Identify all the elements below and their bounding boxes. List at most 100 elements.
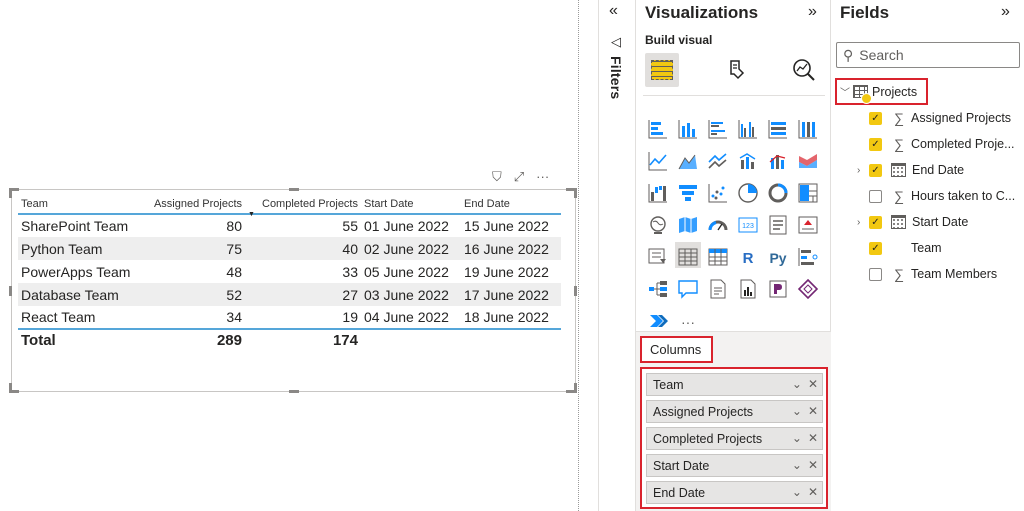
field-item-start-date[interactable]: › ✓ Start Date	[857, 211, 968, 233]
clustered-column-chart-icon[interactable]	[735, 114, 761, 140]
key-influencers-icon[interactable]	[795, 242, 821, 268]
build-visual-tab[interactable]	[645, 53, 679, 87]
field-checkbox[interactable]: ✓	[869, 163, 882, 177]
card-icon[interactable]: 123	[735, 210, 761, 236]
resize-handle[interactable]	[289, 390, 299, 393]
cell-end-date: 16 June 2022	[461, 237, 561, 260]
resize-handle[interactable]	[9, 286, 12, 296]
kpi-icon[interactable]	[795, 210, 821, 236]
stacked-column-chart-icon[interactable]	[675, 114, 701, 140]
close-icon[interactable]: ✕	[808, 404, 818, 418]
field-checkbox[interactable]: ✓	[869, 215, 882, 229]
stacked-bar-chart-icon[interactable]	[645, 114, 671, 140]
filter-icon[interactable]: ⛉	[492, 168, 502, 186]
field-item-team-members[interactable]: ∑ Team Members	[857, 263, 997, 285]
filled-map-icon[interactable]	[675, 210, 701, 236]
pie-chart-icon[interactable]	[735, 178, 761, 204]
chevron-right-icon[interactable]: ›	[857, 217, 869, 228]
field-item-hours-taken[interactable]: ∑ Hours taken to C...	[857, 185, 1015, 207]
field-well-item[interactable]: Team ⌄ ✕	[646, 373, 823, 396]
search-input[interactable]: ⚲ Search	[836, 42, 1020, 68]
chevron-right-icon[interactable]: ›	[857, 165, 869, 176]
field-checkbox[interactable]: ✓	[869, 241, 882, 255]
column-header-end-date[interactable]: End Date	[461, 194, 561, 214]
close-icon[interactable]: ✕	[808, 458, 818, 472]
ribbon-chart-icon[interactable]	[795, 146, 821, 172]
close-icon[interactable]: ✕	[808, 485, 818, 499]
chevron-down-icon[interactable]: ⌄	[792, 485, 802, 499]
field-well-item[interactable]: Assigned Projects ⌄ ✕	[646, 400, 823, 423]
field-checkbox[interactable]	[869, 267, 882, 281]
format-visual-tab[interactable]	[719, 53, 753, 87]
calendar-icon	[891, 163, 906, 177]
analytics-tab[interactable]	[787, 53, 821, 87]
multi-row-card-icon[interactable]	[765, 210, 791, 236]
100-stacked-bar-chart-icon[interactable]	[765, 114, 791, 140]
chevron-down-icon[interactable]: ⌄	[792, 458, 802, 472]
field-well-item[interactable]: Start Date ⌄ ✕	[646, 454, 823, 477]
area-chart-icon[interactable]	[675, 146, 701, 172]
field-item-end-date[interactable]: › ✓ End Date	[857, 159, 964, 181]
waterfall-chart-icon[interactable]	[645, 178, 671, 204]
gauge-icon[interactable]	[705, 210, 731, 236]
close-icon[interactable]: ✕	[808, 377, 818, 391]
line-stacked-column-icon[interactable]	[765, 146, 791, 172]
filters-label[interactable]: Filters	[608, 56, 624, 99]
field-checkbox[interactable]: ✓	[869, 111, 882, 125]
close-icon[interactable]: ✕	[808, 431, 818, 445]
table-icon[interactable]	[675, 242, 701, 268]
qa-visual-icon[interactable]	[675, 274, 701, 300]
resize-handle[interactable]	[574, 188, 577, 198]
line-chart-icon[interactable]	[645, 146, 671, 172]
paginated-report-icon[interactable]	[735, 274, 761, 300]
chevron-down-icon[interactable]: ⌄	[792, 377, 802, 391]
resize-handle[interactable]	[9, 383, 12, 393]
power-automate-icon[interactable]	[645, 306, 671, 332]
field-well-item[interactable]: Completed Projects ⌄ ✕	[646, 427, 823, 450]
treemap-icon[interactable]	[795, 178, 821, 204]
100-stacked-column-chart-icon[interactable]	[795, 114, 821, 140]
field-item-completed-projects[interactable]: ✓ ∑ Completed Proje...	[857, 133, 1015, 155]
resize-handle[interactable]	[574, 286, 577, 296]
collapse-icon[interactable]: «	[609, 2, 618, 20]
chevron-down-icon[interactable]: ﹀	[840, 84, 850, 99]
filters-pane[interactable]: « ◁ Filters	[598, 0, 635, 511]
matrix-icon[interactable]	[705, 242, 731, 268]
r-script-visual-icon[interactable]: R	[735, 242, 761, 268]
resize-handle[interactable]	[9, 188, 12, 198]
resize-handle[interactable]	[289, 188, 299, 191]
field-item-assigned-projects[interactable]: ✓ ∑ Assigned Projects	[857, 107, 1011, 129]
line-clustered-column-icon[interactable]	[735, 146, 761, 172]
stacked-area-chart-icon[interactable]	[705, 146, 731, 172]
expand-icon[interactable]: »	[808, 3, 817, 21]
more-options-icon[interactable]: ···	[536, 168, 549, 186]
map-icon[interactable]	[645, 210, 671, 236]
slicer-icon[interactable]	[645, 242, 671, 268]
column-header-team[interactable]: Team	[18, 194, 145, 214]
chevron-down-icon[interactable]: ⌄	[792, 404, 802, 418]
field-checkbox[interactable]	[869, 189, 882, 203]
field-checkbox[interactable]: ✓	[869, 137, 882, 151]
funnel-chart-icon[interactable]	[675, 178, 701, 204]
clustered-bar-chart-icon[interactable]	[705, 114, 731, 140]
columns-well[interactable]: Team ⌄ ✕ Assigned Projects ⌄ ✕ Completed P…	[640, 367, 828, 509]
more-visuals-icon[interactable]: ···	[675, 306, 701, 332]
smart-narrative-icon[interactable]	[705, 274, 731, 300]
table-node-projects[interactable]: ﹀ Projects	[835, 78, 928, 105]
focus-mode-icon[interactable]: ⤢	[514, 168, 524, 186]
donut-chart-icon[interactable]	[765, 178, 791, 204]
field-well-item[interactable]: End Date ⌄ ✕	[646, 481, 823, 504]
resize-handle[interactable]	[574, 383, 577, 393]
column-header-assigned-projects[interactable]: Assigned Projects	[145, 194, 245, 214]
expand-icon[interactable]: »	[1001, 3, 1010, 21]
scatter-chart-icon[interactable]	[705, 178, 731, 204]
field-item-team[interactable]: ✓ Team	[857, 237, 942, 259]
python-visual-icon[interactable]: Py	[765, 242, 791, 268]
report-canvas[interactable]: ⛉ ⤢ ··· Team Assigned Projects Completed…	[0, 0, 578, 511]
chevron-down-icon[interactable]: ⌄	[792, 431, 802, 445]
column-header-completed-projects[interactable]: Completed Projects ▼	[245, 194, 361, 219]
power-automate-visual-icon[interactable]	[795, 274, 821, 300]
decomposition-tree-icon[interactable]	[645, 274, 671, 300]
power-apps-visual-icon[interactable]	[765, 274, 791, 300]
column-header-start-date[interactable]: Start Date	[361, 194, 461, 214]
